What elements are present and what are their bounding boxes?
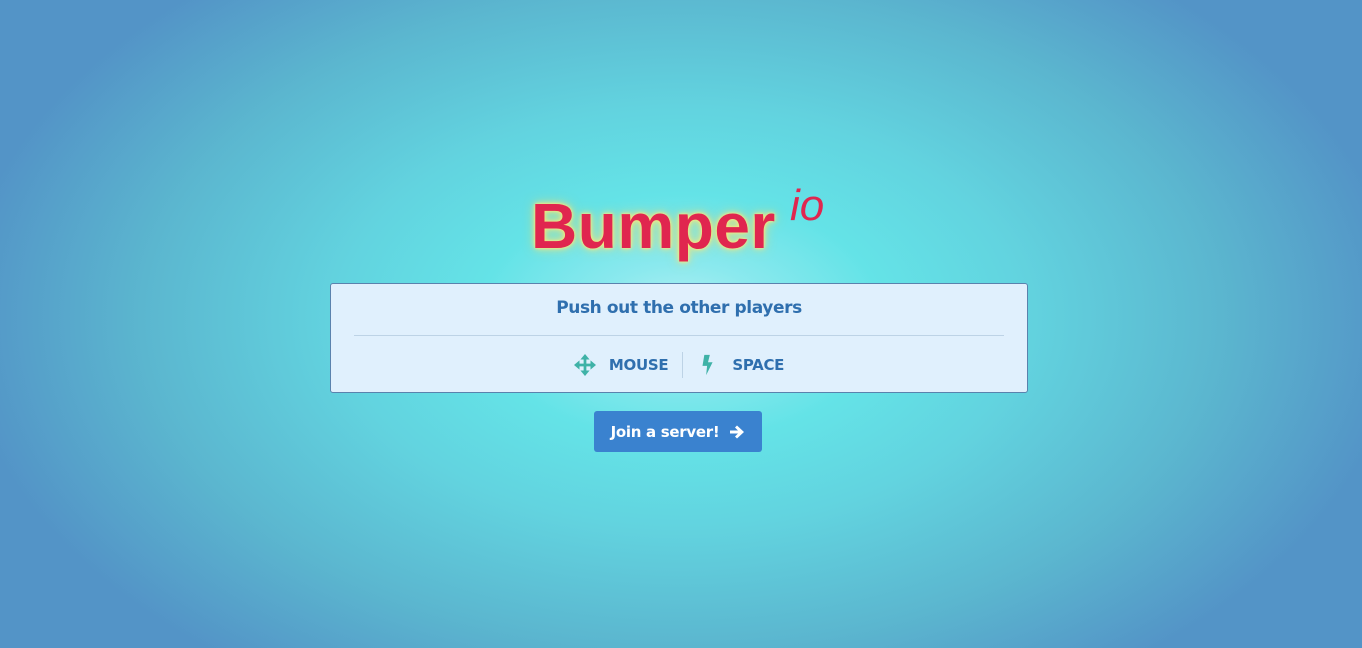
instructions-heading: Push out the other players: [556, 298, 802, 318]
join-server-label: Join a server!: [610, 422, 720, 441]
panel-divider: [354, 335, 1004, 336]
game-title: Bumper io: [531, 181, 851, 268]
arrow-right-icon: [730, 425, 745, 438]
game-title-main: Bumper: [531, 190, 776, 262]
control-space-label: SPACE: [732, 356, 785, 374]
instructions-panel: Push out the other players MOUSE SPACE: [330, 283, 1028, 393]
join-server-button[interactable]: Join a server!: [594, 411, 762, 452]
arrows-move-icon: [573, 354, 596, 376]
controls-row: MOUSE SPACE: [331, 350, 1027, 380]
controls-separator: [682, 352, 684, 378]
control-mouse-label: MOUSE: [608, 356, 669, 374]
control-space: SPACE: [697, 350, 784, 380]
lightning-icon: [702, 354, 713, 376]
control-mouse: MOUSE: [573, 350, 669, 380]
game-title-suffix: io: [790, 181, 825, 230]
